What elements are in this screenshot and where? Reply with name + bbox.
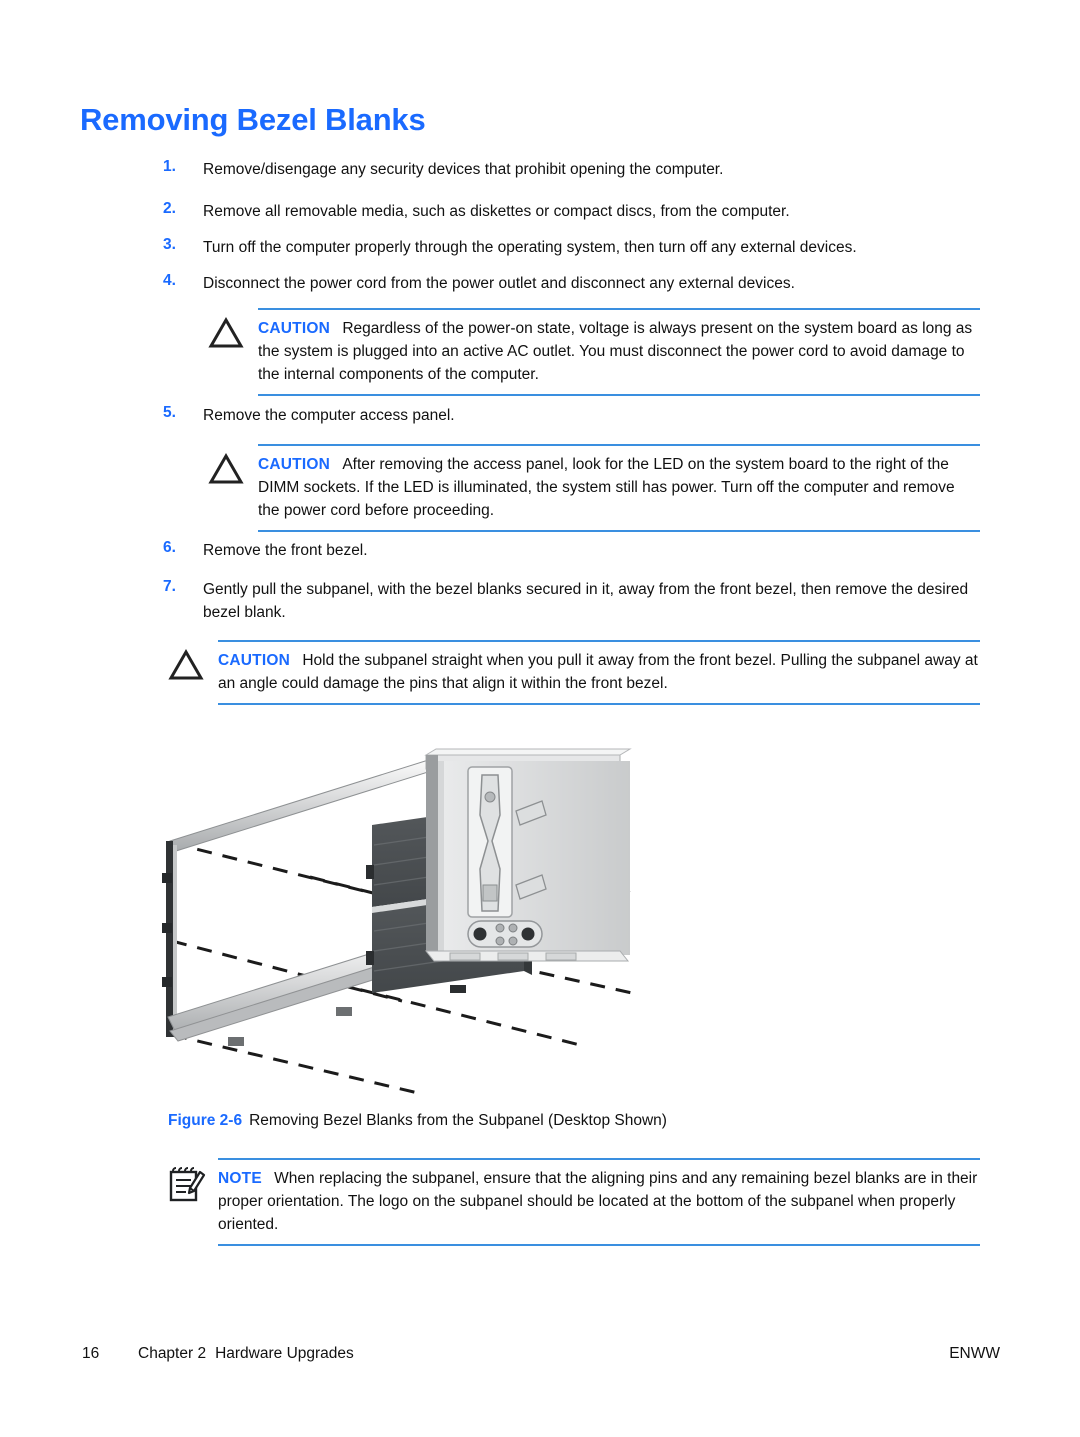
list-item-step-6: 6. Remove the front bezel. (163, 539, 1003, 562)
note-pad-pencil-icon (166, 1164, 206, 1202)
footer-chapter-label: Chapter 2 (138, 1345, 207, 1362)
note-text: NOTE When replacing the subpanel, ensure… (218, 1167, 980, 1236)
page-footer: 16 Chapter 2 Hardware Upgrades ENWW (0, 1345, 1080, 1375)
step-text: Remove the front bezel. (203, 542, 368, 559)
caution-body: Regardless of the power-on state, voltag… (258, 320, 973, 383)
caution-text: CAUTION Regardless of the power-on state… (258, 317, 980, 386)
list-item-step-3: 3. Turn off the computer properly throug… (163, 236, 1013, 259)
note-label: NOTE (218, 1170, 262, 1187)
step-number: 2. (163, 200, 176, 217)
page-title: Removing Bezel Blanks (80, 102, 426, 137)
step-number: 1. (163, 158, 176, 175)
caution-box-2: CAUTION After removing the access panel,… (208, 444, 980, 532)
step-number: 3. (163, 236, 176, 253)
warning-triangle-icon (206, 314, 246, 352)
caution-box-3: CAUTION Hold the subpanel straight when … (168, 640, 980, 705)
list-item-step-1: 1. Remove/disengage any security devices… (163, 158, 1003, 181)
document-page: Removing Bezel Blanks 1. Remove/disengag… (0, 0, 1080, 1437)
figure-illustration (150, 745, 910, 1095)
list-item-step-2: 2. Remove all removable media, such as d… (163, 200, 1003, 223)
step-text: Remove the computer access panel. (203, 407, 455, 424)
caution-label: CAUTION (218, 652, 291, 669)
figure-number: Figure 2-6 (168, 1112, 243, 1129)
step-text: Disconnect the power cord from the power… (203, 275, 795, 292)
footer-chapter-title: Hardware Upgrades (215, 1345, 354, 1362)
warning-triangle-icon (206, 450, 246, 488)
list-item-step-7: 7. Gently pull the subpanel, with the be… (163, 578, 1003, 624)
caution-label: CAUTION (258, 456, 331, 473)
step-text: Remove/disengage any security devices th… (203, 161, 724, 178)
footer-page-number: 16 (82, 1345, 100, 1362)
step-number: 5. (163, 404, 176, 421)
caution-text: CAUTION Hold the subpanel straight when … (218, 649, 980, 695)
caution-text: CAUTION After removing the access panel,… (258, 453, 980, 522)
warning-triangle-icon (166, 646, 206, 684)
divider-bottom (218, 703, 980, 705)
step-number: 4. (163, 272, 176, 289)
list-item-step-5: 5. Remove the computer access panel. (163, 404, 1003, 427)
caution-box-1: CAUTION Regardless of the power-on state… (208, 308, 980, 396)
figure-caption: Figure 2-6 Removing Bezel Blanks from the… (168, 1112, 667, 1130)
divider-bottom (258, 394, 980, 396)
step-text: Gently pull the subpanel, with the bezel… (203, 581, 969, 621)
divider-bottom (218, 1244, 980, 1246)
caution-label: CAUTION (258, 320, 331, 337)
note-box: NOTE When replacing the subpanel, ensure… (169, 1158, 980, 1246)
footer-chapter: Chapter 2 Hardware Upgrades (138, 1345, 354, 1363)
note-body: When replacing the subpanel, ensure that… (218, 1170, 978, 1233)
list-item-step-4: 4. Disconnect the power cord from the po… (163, 272, 1013, 295)
divider-bottom (258, 530, 980, 532)
step-number: 6. (163, 539, 176, 556)
step-text: Turn off the computer properly through t… (203, 239, 857, 256)
figure-caption-text: Removing Bezel Blanks from the Subpanel … (249, 1112, 667, 1129)
step-text: Remove all removable media, such as disk… (203, 203, 790, 220)
step-number: 7. (163, 578, 176, 595)
caution-body: Hold the subpanel straight when you pull… (218, 652, 978, 692)
footer-imprint: ENWW (949, 1345, 1000, 1362)
caution-body: After removing the access panel, look fo… (258, 456, 955, 519)
